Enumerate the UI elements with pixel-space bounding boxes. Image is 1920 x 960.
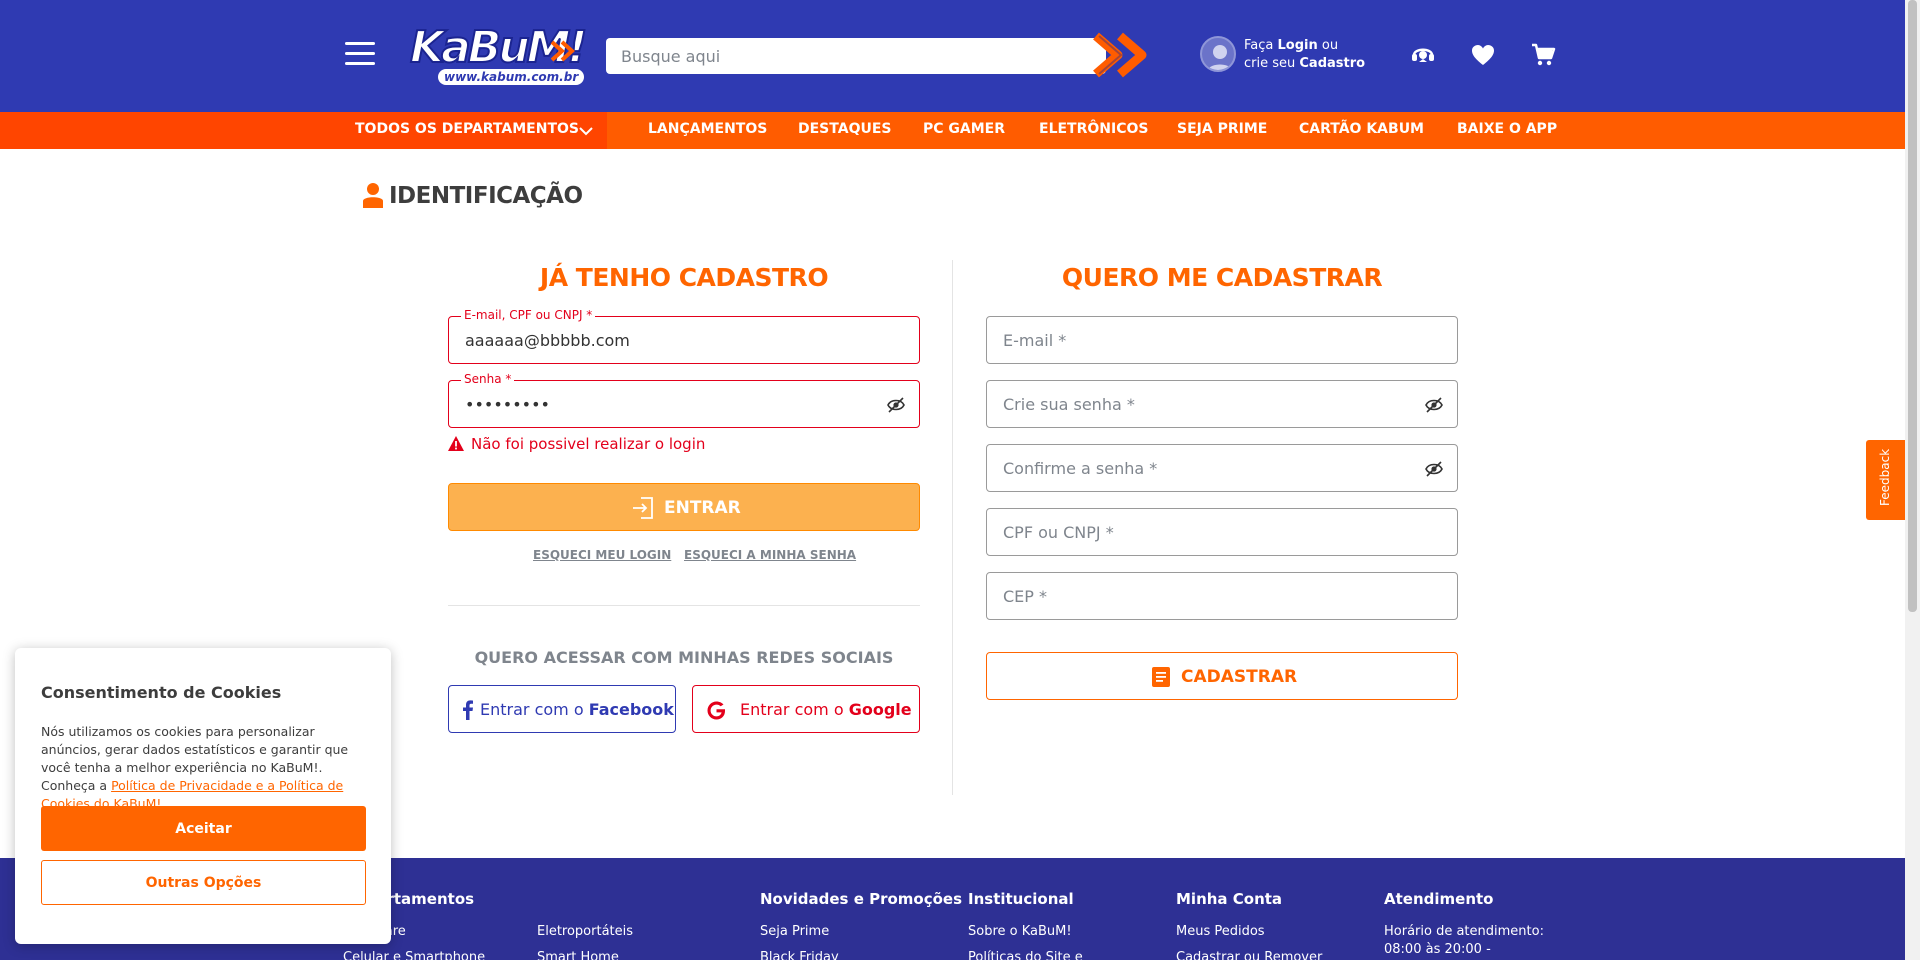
- footer-link[interactable]: Smart Home: [537, 950, 619, 960]
- facebook-login-button[interactable]: Entrar com o Facebook: [448, 685, 676, 733]
- user-icon: [363, 183, 383, 208]
- scrollbar-thumb[interactable]: [1908, 0, 1917, 612]
- hide-password-icon[interactable]: [887, 396, 905, 414]
- footer-news-heading: Novidades e Promoções: [760, 890, 963, 908]
- footer-link[interactable]: Sobre o KaBuM!: [968, 924, 1072, 939]
- login-divider: [448, 605, 920, 606]
- nav-item-cartao-kabum[interactable]: CARTÃO KABUM: [1299, 121, 1424, 137]
- chevron-down-icon: [579, 127, 593, 136]
- account-text: Faça Login ou crie seu Cadastro: [1244, 38, 1366, 71]
- register-button-label: CADASTRAR: [1181, 667, 1298, 687]
- other-options-button[interactable]: Outras Opções: [41, 860, 366, 905]
- footer-support-hours-label: Horário de atendimento:: [1384, 924, 1544, 939]
- cart-icon[interactable]: [1530, 42, 1556, 68]
- forgot-login-link[interactable]: ESQUECI MEU LOGIN: [533, 548, 671, 562]
- google-login-button[interactable]: Entrar com o Google: [692, 685, 920, 733]
- search-bar: [606, 38, 1106, 74]
- search-arrow-icon[interactable]: [1090, 30, 1156, 80]
- register-button[interactable]: CADASTRAR: [986, 652, 1458, 700]
- warning-icon: [448, 436, 464, 451]
- footer-link[interactable]: Seja Prime: [760, 924, 829, 939]
- enter-button[interactable]: ENTRAR: [448, 483, 920, 531]
- page-title-text: IDENTIFICAÇÃO: [389, 183, 583, 209]
- footer-support-hours: 08:00 às 20:00 -: [1384, 942, 1491, 957]
- nav-item-lancamentos[interactable]: LANÇAMENTOS: [648, 121, 767, 137]
- login-door-icon: [633, 497, 653, 519]
- facebook-icon: [463, 700, 473, 720]
- register-confirm-password-input[interactable]: [987, 445, 1457, 491]
- heart-icon[interactable]: [1470, 42, 1496, 68]
- register-cep-input[interactable]: [987, 573, 1457, 619]
- cookie-consent-modal: Consentimento de Cookies Nós utilizamos …: [15, 648, 391, 944]
- footer-support-heading: Atendimento: [1384, 890, 1494, 908]
- register-cpf-field: [986, 508, 1458, 556]
- page-scrollbar[interactable]: [1905, 0, 1920, 960]
- footer-institutional-heading: Institucional: [968, 890, 1074, 908]
- column-divider: [952, 260, 953, 795]
- login-title: JÁ TENHO CADASTRO: [539, 263, 829, 292]
- register-title: QUERO ME CADASTRAR: [1061, 263, 1383, 292]
- kabum-logo[interactable]: KaBuM! www.kabum.com.br: [409, 22, 589, 88]
- register-cpf-input[interactable]: [987, 509, 1457, 555]
- all-departments-label: TODOS OS DEPARTAMENTOS: [355, 121, 579, 137]
- top-header: KaBuM! www.kabum.com.br Faça Login ou cr…: [0, 0, 1905, 112]
- login-email-input[interactable]: [449, 317, 919, 363]
- enter-button-label: ENTRAR: [664, 498, 741, 518]
- menu-icon[interactable]: [345, 42, 375, 66]
- register-email-field: [986, 316, 1458, 364]
- nav-item-destaques[interactable]: DESTAQUES: [798, 121, 891, 137]
- logo-wordmark: KaBuM!: [409, 22, 589, 73]
- all-departments-menu[interactable]: TODOS OS DEPARTAMENTOS: [0, 112, 607, 149]
- cookie-text: Nós utilizamos os cookies para personali…: [41, 724, 349, 811]
- register-confirm-password-field: [986, 444, 1458, 492]
- logo-chevron-icon: [550, 40, 575, 62]
- feedback-label: Feedback: [1878, 448, 1892, 506]
- login-password-input[interactable]: [449, 381, 919, 427]
- category-nav: TODOS OS DEPARTAMENTOS LANÇAMENTOS DESTA…: [0, 112, 1905, 149]
- footer-link[interactable]: Celular e Smartphone: [343, 950, 485, 960]
- google-icon: [707, 701, 725, 720]
- register-password-input[interactable]: [987, 381, 1457, 427]
- accept-cookies-button[interactable]: Aceitar: [41, 806, 366, 851]
- login-password-field: Senha *: [448, 372, 920, 428]
- register-cep-field: [986, 572, 1458, 620]
- logo-url: www.kabum.com.br: [438, 69, 585, 85]
- footer-link[interactable]: Black Friday: [760, 950, 839, 960]
- google-login-label: Entrar com o Google: [740, 700, 912, 719]
- nav-item-baixe-o-app[interactable]: BAIXE O APP: [1457, 121, 1557, 137]
- register-email-input[interactable]: [987, 317, 1457, 363]
- document-icon: [1152, 667, 1170, 687]
- footer-link[interactable]: Políticas do Site e: [968, 950, 1083, 960]
- account-login[interactable]: Faça Login ou crie seu Cadastro: [1200, 34, 1380, 78]
- forgot-password-link[interactable]: ESQUECI A MINHA SENHA: [684, 548, 856, 562]
- nav-item-eletronicos[interactable]: ELETRÔNICOS: [1039, 121, 1148, 137]
- facebook-login-label: Entrar com o Facebook: [480, 700, 674, 719]
- footer-link[interactable]: Eletroportáteis: [537, 924, 633, 939]
- nav-item-seja-prime[interactable]: SEJA PRIME: [1177, 121, 1267, 137]
- hide-password-icon[interactable]: [1425, 396, 1443, 414]
- register-link[interactable]: Cadastro: [1299, 56, 1365, 71]
- login-email-field: E-mail, CPF ou CNPJ *: [448, 308, 920, 364]
- hide-password-icon[interactable]: [1425, 460, 1443, 478]
- register-password-field: [986, 380, 1458, 428]
- feedback-tab[interactable]: Feedback: [1866, 440, 1905, 520]
- user-avatar-icon: [1200, 36, 1236, 72]
- footer-account-heading: Minha Conta: [1176, 890, 1283, 908]
- login-error-text: Não foi possivel realizar o login: [471, 435, 706, 453]
- search-input[interactable]: [606, 38, 1086, 74]
- cookie-title: Consentimento de Cookies: [41, 683, 282, 702]
- social-login-title: QUERO ACESSAR COM MINHAS REDES SOCIAIS: [474, 648, 894, 667]
- nav-item-pc-gamer[interactable]: PC GAMER: [923, 121, 1005, 137]
- support-headset-icon[interactable]: [1410, 42, 1436, 68]
- footer-link[interactable]: Cadastrar ou Remover: [1176, 950, 1322, 960]
- login-link[interactable]: Login: [1278, 38, 1318, 53]
- footer-link[interactable]: Meus Pedidos: [1176, 924, 1265, 939]
